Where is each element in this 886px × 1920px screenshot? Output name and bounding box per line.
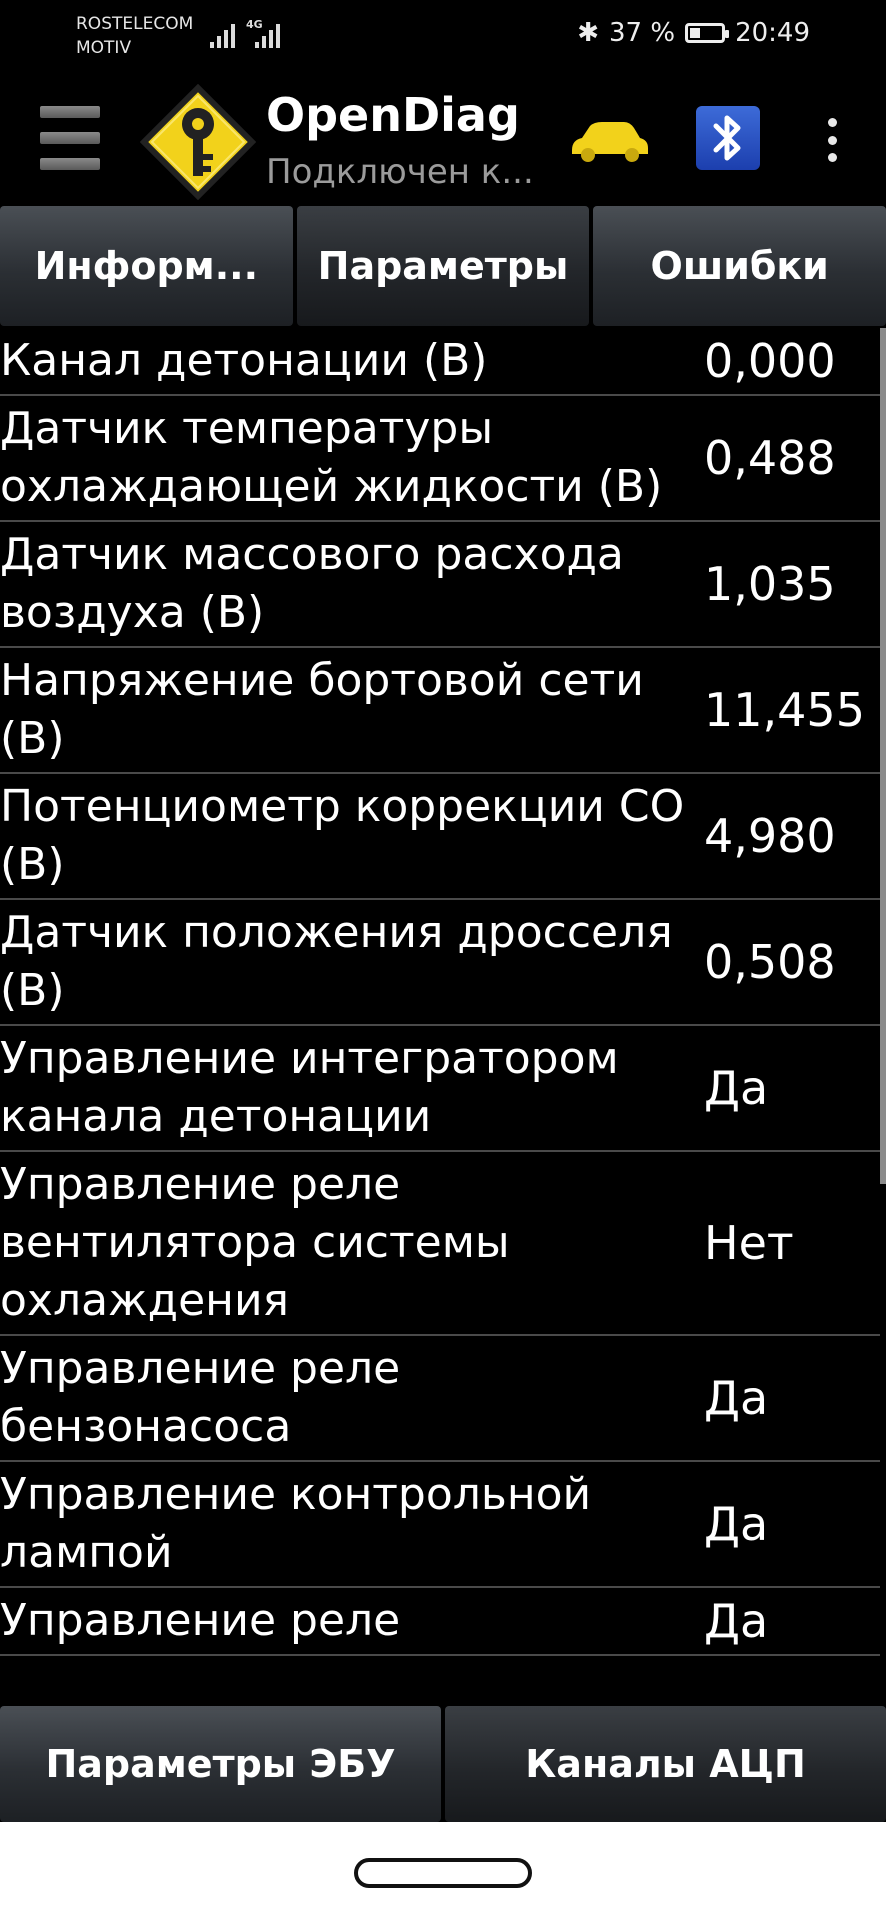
tab-info[interactable]: Информ... bbox=[0, 206, 293, 326]
list-item: Датчик положения дросселя (В) 0,508 bbox=[0, 900, 880, 1026]
list-item: Напряжение бортовой сети (В) 11,455 bbox=[0, 648, 880, 774]
parameter-value: Да bbox=[704, 1497, 769, 1551]
tab-bar: Информ... Параметры Ошибки bbox=[0, 206, 886, 326]
car-icon[interactable] bbox=[568, 116, 650, 164]
parameter-value: Да bbox=[704, 1061, 769, 1115]
parameter-name: Потенциометр коррекции СО (В) bbox=[0, 781, 685, 890]
battery-percent: 37 % bbox=[609, 18, 676, 48]
status-right: ✱ 37 % 20:49 bbox=[577, 18, 810, 48]
parameter-list[interactable]: Канал детонации (В) 0,000 Датчик темпера… bbox=[0, 328, 880, 1706]
clock: 20:49 bbox=[735, 18, 810, 48]
overflow-menu-icon[interactable] bbox=[820, 118, 844, 162]
parameter-name: Управление реле бензонасоса bbox=[0, 1343, 401, 1452]
adc-channels-button[interactable]: Каналы АЦП bbox=[445, 1706, 886, 1822]
list-item: Датчик температуры охлаждающей жидкости … bbox=[0, 396, 880, 522]
ecu-parameters-button[interactable]: Параметры ЭБУ bbox=[0, 1706, 441, 1822]
home-gesture-handle[interactable] bbox=[354, 1858, 532, 1888]
parameter-name: Управление интегратором канала детонации bbox=[0, 1033, 619, 1142]
list-item: Канал детонации (В) 0,000 bbox=[0, 328, 880, 396]
carrier-name-1: ROSTELECOM bbox=[76, 14, 194, 34]
list-item: Управление реле бензонасоса Да bbox=[0, 1336, 880, 1462]
menu-icon[interactable] bbox=[40, 106, 100, 170]
list-item: Управление реле Да bbox=[0, 1588, 880, 1656]
app-logo-key-icon bbox=[140, 84, 256, 200]
list-item: Потенциометр коррекции СО (В) 4,980 bbox=[0, 774, 880, 900]
parameter-name: Напряжение бортовой сети (В) bbox=[0, 655, 644, 764]
list-item: Датчик массового расхода воздуха (В) 1,0… bbox=[0, 522, 880, 648]
parameter-value: 0,508 bbox=[704, 935, 836, 989]
scrollbar[interactable] bbox=[880, 328, 886, 1184]
bluetooth-connect-icon[interactable] bbox=[696, 106, 760, 170]
parameter-value: Да bbox=[704, 1594, 769, 1648]
list-item: Управление контрольной лампой Да bbox=[0, 1462, 880, 1588]
parameter-name: Управление реле вентилятора системы охла… bbox=[0, 1159, 510, 1326]
signal-strength-icon bbox=[210, 18, 235, 48]
list-item: Управление интегратором канала детонации… bbox=[0, 1026, 880, 1152]
bluetooth-status-icon: ✱ bbox=[577, 18, 599, 48]
parameter-name: Датчик положения дросселя (В) bbox=[0, 907, 673, 1016]
carrier-name-2: MOTIV bbox=[76, 38, 132, 58]
parameter-name: Управление реле bbox=[0, 1595, 401, 1646]
system-nav-bar bbox=[0, 1822, 886, 1920]
parameter-name: Управление контрольной лампой bbox=[0, 1469, 592, 1578]
parameter-value: Да bbox=[704, 1371, 769, 1425]
parameter-name: Датчик массового расхода воздуха (В) bbox=[0, 529, 624, 638]
parameter-value: 11,455 bbox=[704, 683, 865, 737]
parameter-value: 4,980 bbox=[704, 809, 836, 863]
carrier-info: ROSTELECOM MOTIV bbox=[76, 12, 193, 60]
parameter-value: Нет bbox=[704, 1216, 794, 1270]
list-item: Управление реле вентилятора системы охла… bbox=[0, 1152, 880, 1336]
parameter-name: Канал детонации (В) bbox=[0, 335, 488, 386]
parameter-name: Датчик температуры охлаждающей жидкости … bbox=[0, 403, 663, 512]
connection-status: Подключен к... bbox=[266, 152, 534, 192]
tab-parameters[interactable]: Параметры bbox=[296, 206, 590, 326]
app-bar: OpenDiag Подключен к... bbox=[0, 70, 886, 204]
app-title: OpenDiag bbox=[266, 88, 520, 142]
parameter-value: 1,035 bbox=[704, 557, 836, 611]
parameter-value: 0,000 bbox=[704, 334, 836, 388]
status-bar: ROSTELECOM MOTIV 4G ✱ 37 % 20:49 bbox=[0, 0, 886, 70]
bottom-button-bar: Параметры ЭБУ Каналы АЦП bbox=[0, 1706, 886, 1822]
battery-icon bbox=[685, 23, 730, 43]
signal-strength-icon-2 bbox=[255, 18, 280, 48]
tab-errors[interactable]: Ошибки bbox=[593, 206, 886, 326]
parameter-value: 0,488 bbox=[704, 431, 836, 485]
